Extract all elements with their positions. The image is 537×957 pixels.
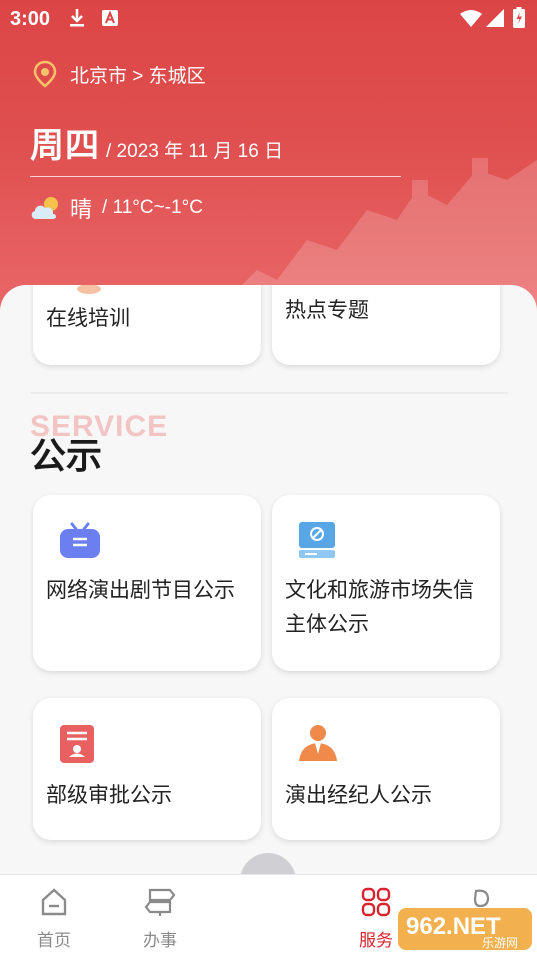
tab-services-hall[interactable]: 办事 (120, 887, 200, 951)
app-notification-icon (102, 10, 118, 26)
weather-condition: 晴 (70, 197, 93, 222)
card-label: 网络演出剧节目公示 (46, 579, 235, 602)
signal-icon (486, 9, 504, 27)
location-pin-icon (33, 60, 57, 88)
card-performance-agent[interactable]: 演出经纪人公示 (272, 698, 500, 840)
card-label: 在线培训 (46, 307, 130, 330)
card-online-performance[interactable]: 网络演出剧节目公示 (33, 495, 261, 671)
date-text: / 2023 年 11 月 16 日 (106, 141, 284, 162)
status-bar: 3:00 (0, 0, 537, 38)
temperature: / 11°C~-1°C (102, 197, 203, 218)
section-divider (30, 392, 508, 394)
date-row: 周四 / 2023 年 11 月 16 日 (30, 118, 283, 167)
partly-cloudy-icon (31, 197, 58, 219)
header-divider (30, 176, 401, 177)
card-label: 演出经纪人公示 (285, 784, 432, 807)
location-selector[interactable]: 北京市 > 东城区 (32, 60, 206, 88)
tab-label: 办事 (143, 931, 177, 950)
certificate-icon (60, 725, 94, 763)
tv-icon (60, 522, 100, 558)
card-hot-topics[interactable]: 热点专题 (272, 285, 500, 365)
header-banner: 3:00 北京市 > 东城区 周四 / 2023 年 11 月 16 日 晴 /… (0, 0, 537, 330)
download-icon (70, 9, 84, 27)
training-icon (77, 285, 101, 294)
wifi-icon (460, 10, 482, 27)
weekday: 周四 (30, 127, 100, 165)
card-label: 部级审批公示 (46, 784, 172, 807)
weather-row: 晴 / 11°C~-1°C (30, 192, 203, 224)
grid-icon (361, 887, 391, 917)
site-watermark: 962.NET 乐游网 (398, 906, 532, 952)
service-sheet: 在线培训 热点专题 SERVICE 公示 网络演出剧节目公示 文化和旅游市场失信… (0, 285, 537, 875)
card-online-training[interactable]: 在线培训 (33, 285, 261, 365)
card-label: 文化和旅游市场失信主体公示 (285, 579, 474, 636)
agent-icon (299, 725, 337, 761)
card-label: 热点专题 (285, 299, 369, 322)
signpost-icon (144, 888, 176, 916)
home-icon (41, 888, 67, 916)
watermark-sub: 乐游网 (482, 936, 518, 950)
watermark-logo: 962.NET 乐游网 (398, 908, 532, 950)
status-time: 3:00 (10, 8, 51, 30)
card-ministry-approval[interactable]: 部级审批公示 (33, 698, 261, 840)
tab-home[interactable]: 首页 (14, 887, 94, 951)
battery-icon (513, 7, 525, 28)
monitor-icon (299, 522, 335, 558)
location-text: 北京市 > 东城区 (70, 65, 206, 87)
tab-label: 首页 (37, 931, 71, 950)
section-title: 公示 (30, 435, 103, 476)
card-market-blacklist[interactable]: 文化和旅游市场失信主体公示 (272, 495, 500, 671)
